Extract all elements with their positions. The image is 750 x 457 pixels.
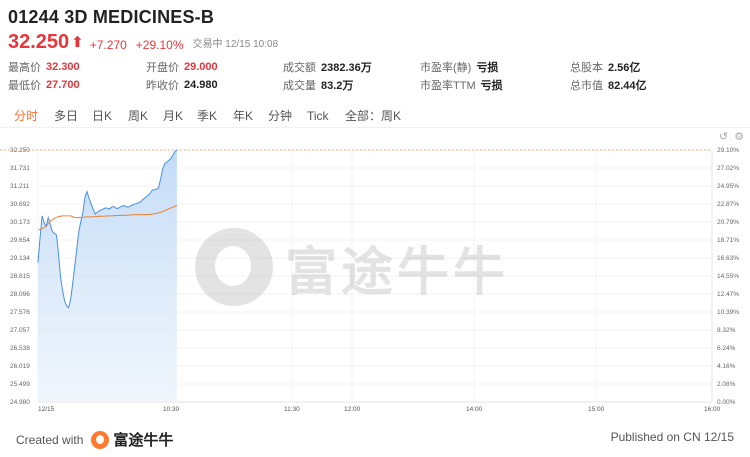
tab-tick[interactable]: Tick xyxy=(307,106,329,126)
tab-daily-k[interactable]: 日K xyxy=(92,106,112,126)
y-tick-label-right: 22.87% xyxy=(717,201,739,208)
tab-all-weekly-k[interactable]: 全部：周K xyxy=(345,106,401,126)
y-tick-label-right: 16.63% xyxy=(717,255,739,262)
stat-label: 总市值 xyxy=(570,80,603,92)
y-tick-label-left: 27.057 xyxy=(10,327,30,334)
y-tick-label-left: 26.538 xyxy=(10,345,30,352)
stat-value: 27.700 xyxy=(46,79,80,91)
price-area-fill xyxy=(38,150,177,402)
created-with: Created with 富途牛牛 xyxy=(16,429,173,450)
y-tick-label-right: 24.95% xyxy=(717,183,739,190)
stat-value: 83.2万 xyxy=(321,80,354,92)
stat-prev-close: 昨收价 24.980 xyxy=(146,76,218,94)
y-tick-label-right: 8.32% xyxy=(717,327,736,334)
x-tick-label: 15:00 xyxy=(588,406,605,413)
stat-label: 总股本 xyxy=(570,62,603,74)
stat-label: 最低价 xyxy=(8,80,41,92)
stat-shares: 总股本 2.56亿 xyxy=(570,58,640,76)
stat-high: 最高价 32.300 xyxy=(8,58,80,76)
y-tick-label-right: 27.02% xyxy=(717,165,739,172)
period-tabs: 分时 多日 日K 周K 月K 季K 年K 分钟 Tick 全部：周K xyxy=(0,102,750,128)
x-tick-label: 12/15 xyxy=(38,406,55,413)
created-label: Created with xyxy=(16,432,84,447)
stat-value: 24.980 xyxy=(184,79,218,91)
y-tick-label-right: 10.39% xyxy=(717,309,739,316)
stat-label: 市盈率(静) xyxy=(420,62,472,74)
last-price: 32.250 xyxy=(8,31,70,53)
tab-monthly-k[interactable]: 月K xyxy=(163,106,183,126)
stat-label: 成交额 xyxy=(283,62,316,74)
x-tick-label: 16:00 xyxy=(704,406,721,413)
stat-label: 最高价 xyxy=(8,62,41,74)
price-change: +7.270 xyxy=(89,38,127,52)
y-tick-label-left: 26.019 xyxy=(10,363,30,370)
y-tick-label-left: 31.211 xyxy=(10,183,30,190)
stat-low: 最低价 27.700 xyxy=(8,76,80,94)
y-tick-label-right: 12.47% xyxy=(717,291,739,298)
y-tick-label-left: 32.250 xyxy=(10,147,30,154)
y-tick-label-right: 18.71% xyxy=(717,237,739,244)
tab-yearly-k[interactable]: 年K xyxy=(233,106,253,126)
footer: Created with 富途牛牛 Published on CN 12/15 xyxy=(0,422,750,457)
price-row: 32.250 ⬆ +7.270 +29.10% 交易中 12/15 10:08 xyxy=(8,31,278,53)
y-tick-label-left: 30.692 xyxy=(10,201,30,208)
tab-minute[interactable]: 分钟 xyxy=(268,106,292,126)
y-tick-label-right: 6.24% xyxy=(717,345,736,352)
tab-multi-day[interactable]: 多日 xyxy=(54,106,78,126)
stat-value: 29.000 xyxy=(184,61,218,73)
y-tick-label-right: 14.55% xyxy=(717,273,739,280)
y-tick-label-left: 29.654 xyxy=(10,237,30,244)
y-tick-label-left: 24.980 xyxy=(10,399,30,406)
x-tick-label: 14:00 xyxy=(466,406,483,413)
y-tick-label-left: 29.134 xyxy=(10,255,30,262)
price-change-percent: +29.10% xyxy=(135,38,184,52)
tab-weekly-k[interactable]: 周K xyxy=(128,106,148,126)
stat-volume: 成交量 83.2万 xyxy=(283,76,353,94)
stock-title: 01244 3D MEDICINES-B xyxy=(8,7,215,27)
y-tick-label-left: 31.731 xyxy=(10,165,30,172)
stat-market-cap: 总市值 82.44亿 xyxy=(570,76,647,94)
chart-canvas: 32.250 29.10% 31.731 27.02% 31.211 24.95% 30.6… xyxy=(0,147,739,413)
brand-name: 富途牛牛 xyxy=(113,431,174,449)
y-tick-label-left: 28.096 xyxy=(10,291,30,298)
stat-value: 32.300 xyxy=(46,61,80,73)
quote-header: 01244 3D MEDICINES-B 32.250 ⬆ +7.270 +29… xyxy=(0,0,750,100)
stat-open: 开盘价 29.000 xyxy=(146,58,218,76)
y-tick-label-right: 29.10% xyxy=(717,147,739,154)
stat-value: 82.44亿 xyxy=(608,80,647,92)
stat-pe-ttm: 市盈率TTM 亏损 xyxy=(420,76,503,94)
y-tick-label-right: 4.16% xyxy=(717,363,736,370)
stat-turnover: 成交额 2382.36万 xyxy=(283,58,372,76)
stat-label: 市盈率TTM xyxy=(420,80,476,92)
y-tick-label-left: 27.576 xyxy=(10,309,30,316)
y-tick-label-left: 30.173 xyxy=(10,219,30,226)
x-tick-label: 12:00 xyxy=(344,406,361,413)
intraday-chart: 32.250 29.10% 31.731 27.02% 31.211 24.95% 30.6… xyxy=(0,140,750,415)
stat-pe-static: 市盈率(静) 亏损 xyxy=(420,58,498,76)
stats-grid: 最高价 32.300 开盘价 29.000 成交额 2382.36万 市盈率(静… xyxy=(8,58,750,98)
stat-label: 成交量 xyxy=(283,80,316,92)
stat-label: 开盘价 xyxy=(146,62,179,74)
y-tick-label-left: 28.615 xyxy=(10,273,30,280)
x-tick-label: 10:30 xyxy=(163,406,180,413)
y-tick-label-right: 20.79% xyxy=(717,219,739,226)
tab-quarterly-k[interactable]: 季K xyxy=(197,106,217,126)
stat-label: 昨收价 xyxy=(146,80,179,92)
tab-intraday[interactable]: 分时 xyxy=(14,106,38,126)
stat-value: 亏损 xyxy=(480,80,503,92)
stat-value: 亏损 xyxy=(476,62,499,74)
trading-status: 交易中 12/15 10:08 xyxy=(192,39,279,50)
y-tick-label-right: 0.00% xyxy=(717,399,736,406)
x-tick-label: 11:30 xyxy=(284,406,300,413)
published-info: Published on CN 12/15 xyxy=(610,430,734,444)
futu-brand-icon xyxy=(91,430,110,449)
y-tick-label-right: 2.08% xyxy=(717,381,736,388)
stat-value: 2382.36万 xyxy=(321,62,372,74)
y-tick-label-left: 25.499 xyxy=(10,381,30,388)
up-arrow-icon: ⬆ xyxy=(71,34,84,51)
stat-value: 2.56亿 xyxy=(608,62,641,74)
